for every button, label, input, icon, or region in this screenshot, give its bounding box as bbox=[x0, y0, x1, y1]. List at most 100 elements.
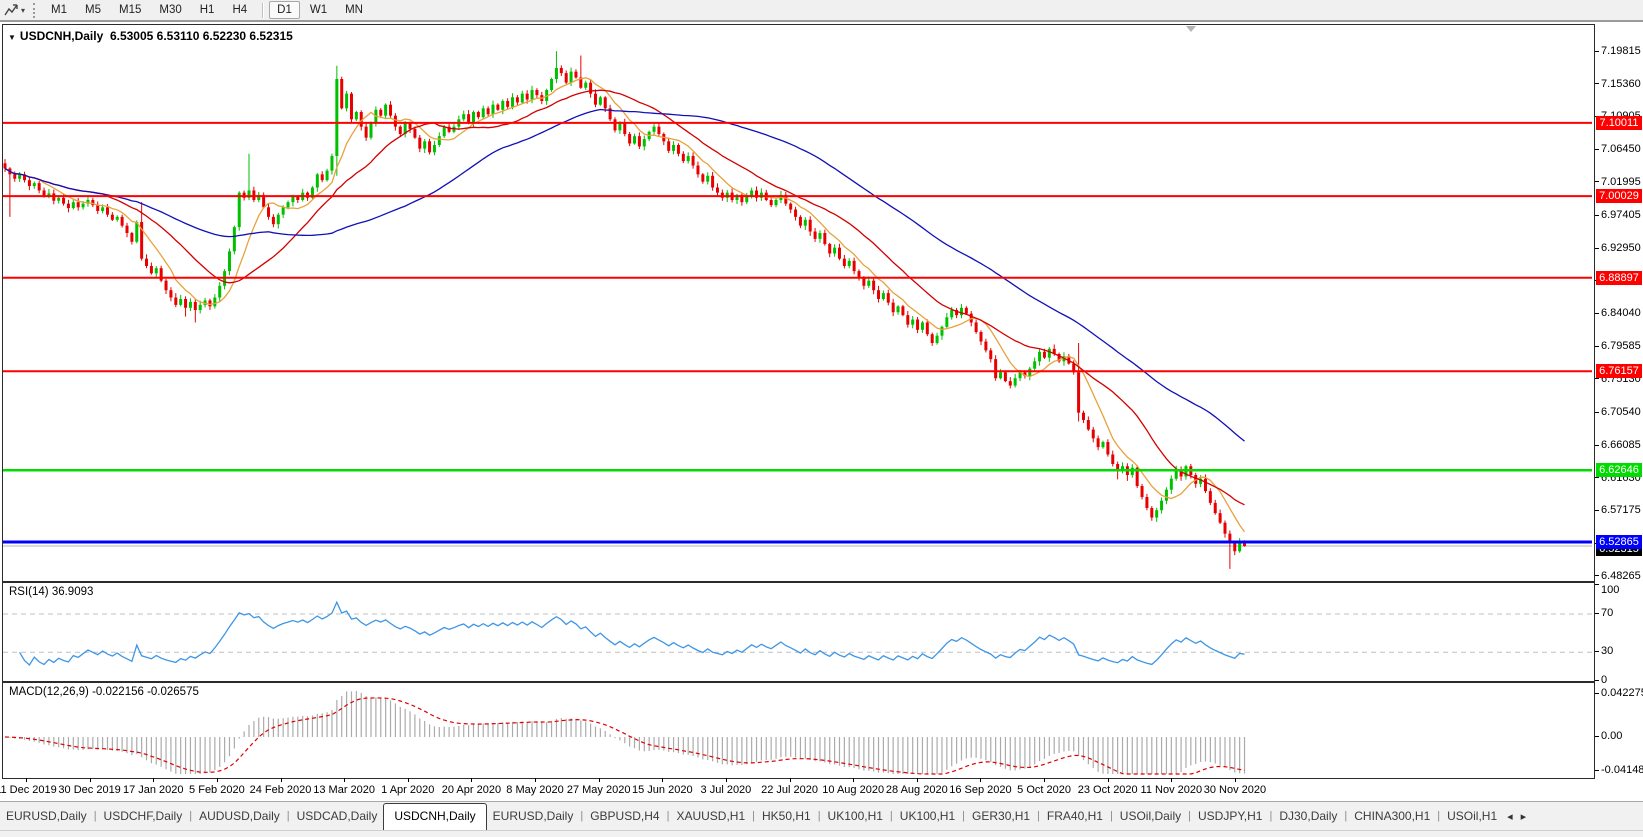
date-axis-label: 13 Mar 2020 bbox=[299, 784, 389, 796]
date-axis-label: 28 Aug 2020 bbox=[872, 784, 962, 796]
hline-price-badge: 6.88897 bbox=[1596, 271, 1642, 285]
date-axis-label: 22 Jul 2020 bbox=[745, 784, 835, 796]
chart-shift-marker-icon[interactable] bbox=[1186, 26, 1196, 32]
price-axis-tick bbox=[1595, 83, 1599, 84]
date-axis-label: 5 Feb 2020 bbox=[172, 784, 262, 796]
price-axis-label: 6.84040 bbox=[1601, 307, 1641, 319]
price-axis-tick bbox=[1595, 346, 1599, 347]
tab-xauusd-h1[interactable]: XAUUSD,H1 bbox=[670, 803, 751, 829]
price-axis-tick bbox=[1595, 445, 1599, 446]
tab-audusd-daily[interactable]: AUDUSD,Daily bbox=[193, 803, 286, 829]
toolbar-grip[interactable] bbox=[33, 3, 35, 18]
tab-usdcnh-daily[interactable]: USDCNH,Daily bbox=[383, 803, 486, 831]
price-axis-label: 6.57175 bbox=[1601, 504, 1641, 516]
date-axis-label: 20 Apr 2020 bbox=[426, 784, 516, 796]
date-axis-label: 11 Dec 2019 bbox=[0, 784, 71, 796]
tab-gbpusd-h4[interactable]: GBPUSD,H4 bbox=[584, 803, 665, 829]
price-axis-tick bbox=[1595, 51, 1599, 52]
date-axis-label: 11 Nov 2020 bbox=[1126, 784, 1216, 796]
tab-usoil-daily[interactable]: USOil,Daily bbox=[1114, 803, 1187, 829]
timeframe-button-m15[interactable]: M15 bbox=[111, 1, 149, 19]
date-axis-label: 3 Jul 2020 bbox=[681, 784, 771, 796]
tab-fra40-h1[interactable]: FRA40,H1 bbox=[1041, 803, 1109, 829]
rsi-indicator-panel[interactable] bbox=[2, 582, 1595, 682]
rsi-axis-label: 0 bbox=[1601, 674, 1607, 686]
timeframe-button-d1[interactable]: D1 bbox=[269, 1, 300, 19]
date-axis-label: 23 Oct 2020 bbox=[1063, 784, 1153, 796]
price-axis-tick bbox=[1595, 412, 1599, 413]
tab-china300-h1[interactable]: CHINA300,H1 bbox=[1348, 803, 1436, 829]
timeframe-button-m30[interactable]: M30 bbox=[151, 1, 189, 19]
price-axis-label: 7.10905 bbox=[1601, 110, 1641, 122]
rsi-axis-label: 100 bbox=[1601, 584, 1619, 596]
hline-price-badge: 7.00029 bbox=[1596, 189, 1642, 203]
chart-title: ▼USDCNH,Daily 6.53005 6.53110 6.52230 6.… bbox=[8, 29, 293, 43]
timeframe-button-mn[interactable]: MN bbox=[337, 1, 371, 19]
date-axis-label: 30 Dec 2019 bbox=[45, 784, 135, 796]
macd-axis-label: 0.042275 bbox=[1601, 687, 1643, 699]
collapse-caret-icon[interactable]: ▼ bbox=[8, 33, 16, 42]
macd-indicator-panel[interactable] bbox=[2, 682, 1595, 779]
tab-hk50-h1[interactable]: HK50,H1 bbox=[756, 803, 817, 829]
ohlc-values: 6.53005 6.53110 6.52230 6.52315 bbox=[110, 29, 293, 43]
tab-uk100-h1[interactable]: UK100,H1 bbox=[894, 803, 961, 829]
tab-usoil-h1[interactable]: USOil,H1 bbox=[1441, 803, 1503, 829]
rsi-axis-label: 70 bbox=[1601, 607, 1613, 619]
price-axis-label: 6.66085 bbox=[1601, 439, 1641, 451]
price-axis-tick bbox=[1595, 477, 1599, 478]
timeframe-button-m1[interactable]: M1 bbox=[43, 1, 75, 19]
price-axis-tick bbox=[1595, 378, 1599, 379]
tab-ger30-h1[interactable]: GER30,H1 bbox=[966, 803, 1036, 829]
rsi-axis-label: 30 bbox=[1601, 645, 1613, 657]
macd-axis-tick bbox=[1595, 770, 1599, 771]
date-axis-label: 27 May 2020 bbox=[554, 784, 644, 796]
price-axis-label: 6.70540 bbox=[1601, 406, 1641, 418]
rsi-label: RSI(14) 36.9093 bbox=[9, 586, 93, 598]
tabs-track: EURUSD,Daily|USDCHF,Daily|AUDUSD,Daily|U… bbox=[0, 802, 1530, 830]
chart-cursor-icon[interactable] bbox=[4, 3, 20, 18]
price-axis-tick bbox=[1595, 248, 1599, 249]
date-axis-label: 5 Oct 2020 bbox=[999, 784, 1089, 796]
tabs-scroll-left-icon[interactable]: ◂ bbox=[1503, 810, 1517, 823]
price-axis-label: 7.19815 bbox=[1601, 45, 1641, 57]
hline-price-badge: 6.62646 bbox=[1596, 463, 1642, 477]
dropdown-caret-icon[interactable]: ▾ bbox=[21, 6, 25, 15]
date-axis-label: 24 Feb 2020 bbox=[236, 784, 326, 796]
current-price-badge: 6.52315 bbox=[1596, 542, 1642, 556]
price-axis-label: 6.92950 bbox=[1601, 242, 1641, 254]
price-axis-label: 6.79585 bbox=[1601, 340, 1641, 352]
date-axis-label: 17 Jan 2020 bbox=[108, 784, 198, 796]
tab-eurusd-daily[interactable]: EURUSD,Daily bbox=[487, 803, 580, 829]
timeframe-toolbar: M1M5M15M30H1H4 D1W1MN bbox=[43, 0, 373, 20]
price-axis-label: 7.01995 bbox=[1601, 176, 1641, 188]
price-axis-tick bbox=[1595, 280, 1599, 281]
tab-eurusd-daily[interactable]: EURUSD,Daily bbox=[0, 803, 93, 829]
price-axis-label: 6.48265 bbox=[1601, 570, 1641, 582]
price-axis-tick bbox=[1595, 313, 1599, 314]
tab-uk100-h1[interactable]: UK100,H1 bbox=[822, 803, 889, 829]
tab-dj30-daily[interactable]: DJ30,Daily bbox=[1273, 803, 1343, 829]
rsi-axis-tick bbox=[1595, 584, 1599, 585]
tab-usdcad-daily[interactable]: USDCAD,Daily bbox=[291, 803, 384, 829]
timeframe-button-m5[interactable]: M5 bbox=[77, 1, 109, 19]
date-axis-label: 10 Aug 2020 bbox=[808, 784, 898, 796]
timeframe-button-h1[interactable]: H1 bbox=[192, 1, 223, 19]
toolbar-divider bbox=[262, 3, 264, 18]
date-axis-label: 16 Sep 2020 bbox=[935, 784, 1025, 796]
timeframe-button-h4[interactable]: H4 bbox=[224, 1, 255, 19]
date-axis-label: 15 Jun 2020 bbox=[617, 784, 707, 796]
price-axis-label: 6.97405 bbox=[1601, 209, 1641, 221]
price-axis-tick bbox=[1595, 575, 1599, 576]
tabs-scroll-right-icon[interactable]: ▸ bbox=[1517, 810, 1531, 823]
macd-axis-tick bbox=[1595, 736, 1599, 737]
rsi-axis-tick bbox=[1595, 680, 1599, 681]
main-chart-panel[interactable] bbox=[2, 24, 1595, 582]
tab-usdjpy-h1[interactable]: USDJPY,H1 bbox=[1192, 803, 1268, 829]
price-axis-tick bbox=[1595, 543, 1599, 544]
chart-tab-bar: EURUSD,Daily|USDCHF,Daily|AUDUSD,Daily|U… bbox=[0, 801, 1643, 830]
price-axis-label: 6.75130 bbox=[1601, 373, 1641, 385]
price-axis-tick bbox=[1595, 116, 1599, 117]
rsi-axis-tick bbox=[1595, 651, 1599, 652]
timeframe-button-w1[interactable]: W1 bbox=[302, 1, 335, 19]
tab-usdchf-daily[interactable]: USDCHF,Daily bbox=[98, 803, 189, 829]
